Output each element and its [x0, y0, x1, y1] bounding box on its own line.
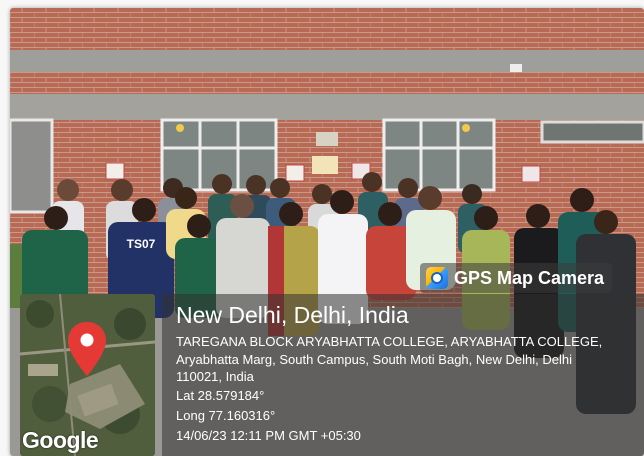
latitude-text: Lat 28.579184° [176, 387, 265, 403]
timestamp-text: 14/06/23 12:11 PM GMT +05:30 [176, 427, 361, 443]
window-center-right [382, 118, 496, 192]
gps-camera-badge: GPS Map Camera [420, 263, 613, 293]
satellite-map-thumbnail: Google [20, 294, 155, 456]
geotagged-photo: TS07 GPS Map Camera Google New Delhi, De… [10, 8, 644, 456]
window-right [540, 120, 644, 144]
gps-map-camera-app-icon [426, 267, 448, 289]
gps-app-name: GPS Map Camera [454, 267, 605, 288]
location-info-panel: New Delhi, Delhi, India TAREGANA BLOCK A… [162, 294, 644, 456]
longitude-text: Long 77.160316° [176, 407, 276, 423]
shirt-text: TS07 [127, 237, 156, 251]
address-line-3: 110021, India [176, 369, 254, 384]
address-line-1: TAREGANA BLOCK ARYABHATTA COLLEGE, ARYAB… [176, 334, 603, 349]
location-title: New Delhi, Delhi, India [176, 302, 409, 328]
address-line-2: Aryabhatta Marg, South Campus, South Mot… [176, 351, 572, 367]
google-logo: Google [22, 427, 99, 453]
window-left [10, 118, 54, 214]
